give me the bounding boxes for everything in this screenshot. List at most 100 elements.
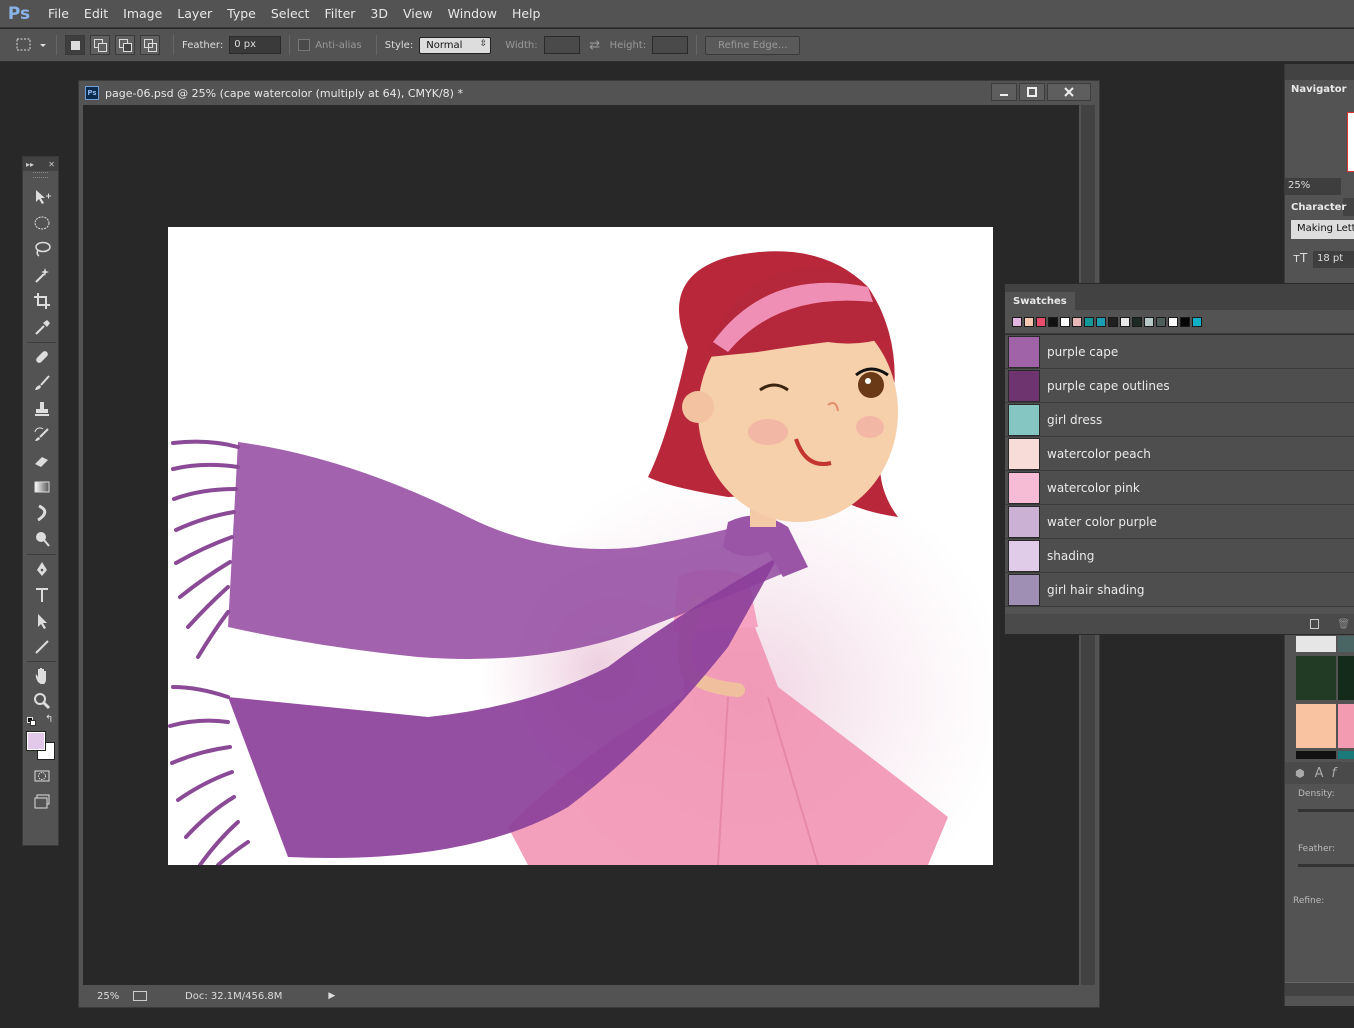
height-input[interactable] xyxy=(652,36,689,54)
swatch-chip[interactable] xyxy=(1180,316,1190,327)
swatch-row[interactable]: watercolor pink xyxy=(1005,471,1354,505)
swatch-row[interactable]: watercolor peach xyxy=(1005,437,1354,471)
menu-file[interactable]: File xyxy=(48,6,69,21)
eraser-tool-icon[interactable] xyxy=(23,449,60,473)
path-selection-tool-icon[interactable] xyxy=(23,609,60,633)
swatch-chip[interactable] xyxy=(1024,316,1034,327)
style-select[interactable]: Normal xyxy=(419,36,492,54)
menu-layer[interactable]: Layer xyxy=(177,6,212,21)
color-swatch-dark-green[interactable] xyxy=(1296,656,1336,700)
swatch-color[interactable] xyxy=(1008,471,1040,504)
antialias-checkbox[interactable] xyxy=(298,39,311,51)
blur-tool-icon[interactable] xyxy=(23,501,60,525)
color-swatch-teal[interactable] xyxy=(1338,751,1354,759)
swatch-row[interactable]: purple cape outlines xyxy=(1005,369,1354,403)
crop-tool-icon[interactable] xyxy=(23,289,60,313)
panel-grip[interactable] xyxy=(33,172,48,178)
menu-filter[interactable]: Filter xyxy=(324,6,355,21)
tool-preset-picker[interactable] xyxy=(14,35,48,55)
swatch-chip[interactable] xyxy=(1072,316,1082,327)
swatch-chip[interactable] xyxy=(1048,316,1058,327)
magic-wand-tool-icon[interactable] xyxy=(23,263,60,287)
hand-tool-icon[interactable] xyxy=(23,663,60,687)
tab-character[interactable]: Character xyxy=(1285,198,1346,216)
maximize-button[interactable] xyxy=(1019,83,1045,101)
swatch-chip[interactable] xyxy=(1096,316,1106,327)
healing-brush-tool-icon[interactable] xyxy=(23,345,60,369)
fx-icon[interactable]: f xyxy=(1332,766,1337,781)
menu-help[interactable]: Help xyxy=(512,6,541,21)
menu-image[interactable]: Image xyxy=(123,6,162,21)
menu-edit[interactable]: Edit xyxy=(84,6,108,21)
minimize-button[interactable] xyxy=(991,83,1017,101)
tab-swatches[interactable]: Swatches xyxy=(1005,292,1075,310)
swatch-color[interactable] xyxy=(1008,403,1040,436)
line-tool-icon[interactable] xyxy=(23,635,60,659)
new-swatch-icon[interactable] xyxy=(1310,619,1320,629)
swatch-color[interactable] xyxy=(1008,437,1040,470)
elliptical-marquee-tool-icon[interactable] xyxy=(23,211,60,235)
color-swatch-light-gray[interactable] xyxy=(1296,636,1336,652)
swatch-chip[interactable] xyxy=(1168,316,1178,327)
swatch-color[interactable] xyxy=(1008,369,1040,402)
vector-mask-icon[interactable]: A xyxy=(1315,766,1324,781)
brush-tool-icon[interactable] xyxy=(23,371,60,395)
close-button[interactable] xyxy=(1047,83,1091,101)
move-tool-icon[interactable] xyxy=(23,185,60,209)
width-input[interactable] xyxy=(543,36,580,54)
zoom-tool-icon[interactable] xyxy=(23,689,60,713)
swatches-tab-row[interactable]: Swatches xyxy=(1005,284,1354,310)
menu-window[interactable]: Window xyxy=(448,6,497,21)
swap-colors-icon[interactable]: ↰ xyxy=(45,714,53,725)
swatch-row[interactable]: girl dress xyxy=(1005,403,1354,437)
default-colors-icon[interactable] xyxy=(27,717,37,727)
swatch-chip[interactable] xyxy=(1192,316,1202,327)
tab-navigator[interactable]: Navigator xyxy=(1285,80,1347,98)
feather-input[interactable]: 0 px xyxy=(229,36,282,54)
mask-icon[interactable]: ⬢ xyxy=(1295,767,1305,780)
subtract-from-selection-button[interactable] xyxy=(115,35,135,55)
screen-mode-icon[interactable] xyxy=(23,790,60,814)
swatch-chip[interactable] xyxy=(1012,316,1022,327)
density-slider[interactable] xyxy=(1298,809,1354,812)
intersect-selection-button[interactable] xyxy=(140,35,160,55)
status-menu-arrow-icon[interactable]: ▶ xyxy=(328,991,335,1001)
trash-icon[interactable]: 🗑 xyxy=(1337,619,1350,630)
foreground-color-swatch[interactable] xyxy=(26,731,46,751)
color-swatch-black[interactable] xyxy=(1296,751,1336,759)
document-title-bar[interactable]: Ps page-06.psd @ 25% (cape watercolor (m… xyxy=(79,81,1099,105)
font-size-field[interactable]: 18 pt xyxy=(1313,251,1354,268)
color-swatch-darker-green[interactable] xyxy=(1338,656,1354,700)
swatch-color[interactable] xyxy=(1008,505,1040,538)
dodge-tool-icon[interactable] xyxy=(23,527,60,551)
eyedropper-tool-icon[interactable] xyxy=(23,315,60,339)
tools-panel-header[interactable]: ▸▸ ✕ xyxy=(23,157,58,171)
swatch-row[interactable]: girl hair shading xyxy=(1005,573,1354,607)
menu-type[interactable]: Type xyxy=(227,6,256,21)
collapse-icon[interactable]: ▸▸ xyxy=(26,160,34,169)
gradient-tool-icon[interactable] xyxy=(23,475,60,499)
swatch-color[interactable] xyxy=(1008,573,1040,606)
swatch-row[interactable]: water color purple xyxy=(1005,505,1354,539)
clone-stamp-tool-icon[interactable] xyxy=(23,397,60,421)
quick-mask-icon[interactable] xyxy=(23,764,60,788)
history-brush-tool-icon[interactable] xyxy=(23,423,60,447)
lasso-tool-icon[interactable] xyxy=(23,237,60,261)
swatch-chip[interactable] xyxy=(1084,316,1094,327)
dock-header[interactable] xyxy=(1285,64,1354,80)
menu-view[interactable]: View xyxy=(403,6,433,21)
swatch-row[interactable]: purple cape xyxy=(1005,335,1354,369)
color-swatch-peach[interactable] xyxy=(1296,704,1336,748)
menu-3d[interactable]: 3D xyxy=(370,6,388,21)
artwork-canvas[interactable] xyxy=(168,227,993,865)
swatch-chip[interactable] xyxy=(1156,316,1166,327)
font-family-select[interactable]: Making Lette xyxy=(1291,220,1354,239)
type-tool-icon[interactable] xyxy=(23,583,60,607)
navigator-zoom-field[interactable]: 25% xyxy=(1285,178,1341,195)
pen-tool-icon[interactable] xyxy=(23,557,60,581)
swatch-chip[interactable] xyxy=(1144,316,1154,327)
add-to-selection-button[interactable] xyxy=(90,35,110,55)
swap-dimensions-icon[interactable]: ⇄ xyxy=(580,38,610,53)
swatch-chip[interactable] xyxy=(1132,316,1142,327)
share-icon[interactable] xyxy=(133,991,147,1001)
